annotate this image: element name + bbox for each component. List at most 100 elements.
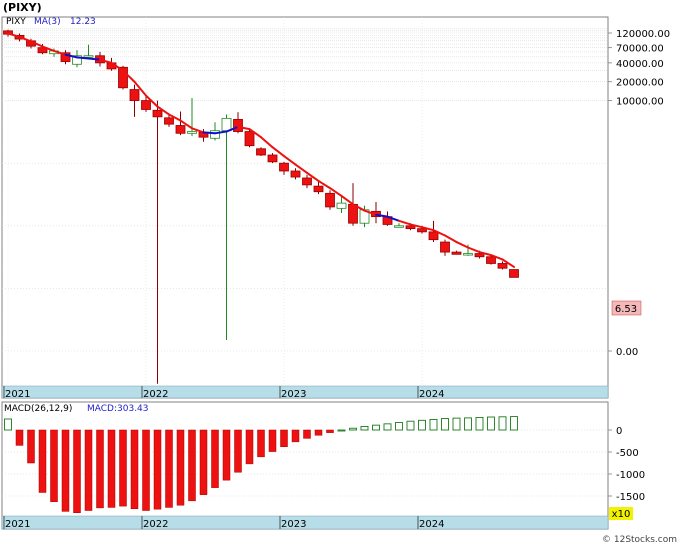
macd-bar	[27, 429, 35, 464]
macd-bar	[245, 429, 254, 465]
candle-body	[417, 228, 427, 233]
time-tick-label: 2024	[419, 519, 444, 530]
macd-bar	[429, 418, 438, 431]
macd-bar	[372, 424, 380, 431]
macd-bar	[119, 429, 127, 507]
last-price-label: 6.53	[615, 304, 637, 315]
candle-body	[129, 89, 140, 101]
macd-bar	[314, 429, 323, 436]
macd-bar	[395, 422, 403, 431]
candle-body	[313, 185, 324, 193]
candle-body	[290, 170, 301, 178]
candle-body	[463, 253, 473, 256]
macd-bar	[326, 429, 334, 433]
macd-bar	[165, 429, 173, 508]
macd-bar	[15, 429, 24, 446]
candle-body	[325, 192, 335, 208]
macd-bar	[337, 429, 346, 432]
macd-bar	[38, 429, 47, 493]
time-tick-label: 2021	[5, 519, 30, 530]
ma-legend-label: MA(3)	[34, 17, 61, 27]
price-tick-label: 10000.00	[616, 97, 664, 108]
macd-bar	[418, 419, 426, 431]
price-tick-label: 70000.00	[616, 44, 664, 55]
candle-body	[164, 117, 174, 125]
macd-bar	[406, 420, 415, 431]
macd-bar	[107, 429, 116, 508]
macd-bar	[153, 429, 162, 510]
macd-bar	[360, 426, 369, 431]
macd-bar	[211, 429, 219, 488]
candle-body	[336, 202, 347, 209]
macd-bar	[142, 429, 150, 511]
candle-body	[474, 253, 485, 258]
macd-bar	[291, 429, 300, 443]
macd-bar	[464, 417, 472, 431]
macd-tick-label: -1500	[616, 492, 645, 503]
ticker-legend: PIXY	[6, 17, 26, 27]
macd-bar	[50, 429, 58, 502]
macd-tick-label: 0	[616, 426, 622, 437]
candle-body	[509, 269, 519, 278]
ma-segment	[87, 57, 101, 61]
macd-tick-label: -1000	[616, 470, 645, 481]
time-tick-label: 2022	[143, 519, 168, 530]
time-tick-label: 2023	[281, 519, 306, 530]
candle-body	[428, 231, 439, 241]
macd-bar	[130, 429, 139, 510]
macd-bar	[383, 423, 392, 431]
chart-title: (PIXY)	[3, 1, 42, 14]
macd-bar	[199, 429, 208, 495]
candle-body	[394, 225, 404, 228]
time-tick-label: 2024	[419, 389, 444, 400]
macd-bar	[96, 429, 104, 509]
candle-body	[302, 177, 312, 186]
price-tick-label: 40000.00	[616, 59, 664, 70]
macd-bar	[222, 429, 231, 481]
macd-bar	[268, 429, 277, 452]
macd-bar	[73, 429, 81, 513]
macd-bar	[4, 418, 12, 431]
macd-bar	[84, 429, 93, 511]
macd-legend-value: MACD:303.43	[87, 404, 149, 414]
price-tick-label: 0.00	[616, 347, 638, 358]
watermark: © 12Stocks.com	[602, 535, 677, 545]
macd-bar	[498, 416, 507, 431]
macd-bar	[234, 429, 242, 473]
macd-bar	[510, 416, 518, 431]
candle-body	[221, 117, 232, 132]
time-tick-label: 2023	[281, 389, 306, 400]
time-tick-label: 2022	[143, 389, 168, 400]
time-tick-label: 2021	[5, 389, 30, 400]
macd-bar	[188, 429, 196, 502]
price-panel	[1, 16, 609, 399]
candle-body	[440, 241, 450, 253]
price-tick-label: 20000.00	[616, 78, 664, 89]
candle-body	[244, 131, 255, 147]
macd-bar	[475, 417, 484, 431]
macd-legend-label: MACD(26,12,9)	[4, 404, 72, 414]
macd-bar	[280, 429, 288, 447]
candle-body	[83, 55, 94, 58]
candle-body	[175, 125, 186, 134]
macd-bar	[452, 417, 461, 431]
candle-body	[187, 131, 197, 134]
ma-segment	[76, 56, 90, 60]
candle-body	[279, 162, 289, 172]
macd-tick-label: -500	[616, 448, 639, 459]
macd-bar	[349, 427, 357, 431]
macd-bar	[176, 429, 185, 506]
price-tick-label: 120000.00	[616, 29, 670, 40]
candle-body	[486, 256, 496, 264]
macd-bar	[61, 429, 70, 512]
macd-bar	[303, 429, 311, 439]
stock-chart: 120000.00 70000.00 40000.00 20000.00 10000.0…	[0, 0, 680, 546]
multiplier-label: x10	[612, 509, 631, 520]
candle-body	[233, 119, 243, 132]
macd-bar	[487, 416, 495, 431]
candle-body	[267, 154, 278, 163]
macd-bar	[257, 429, 265, 458]
ma-segment	[202, 131, 216, 135]
candle-body	[497, 263, 508, 269]
macd-bar	[441, 418, 449, 431]
